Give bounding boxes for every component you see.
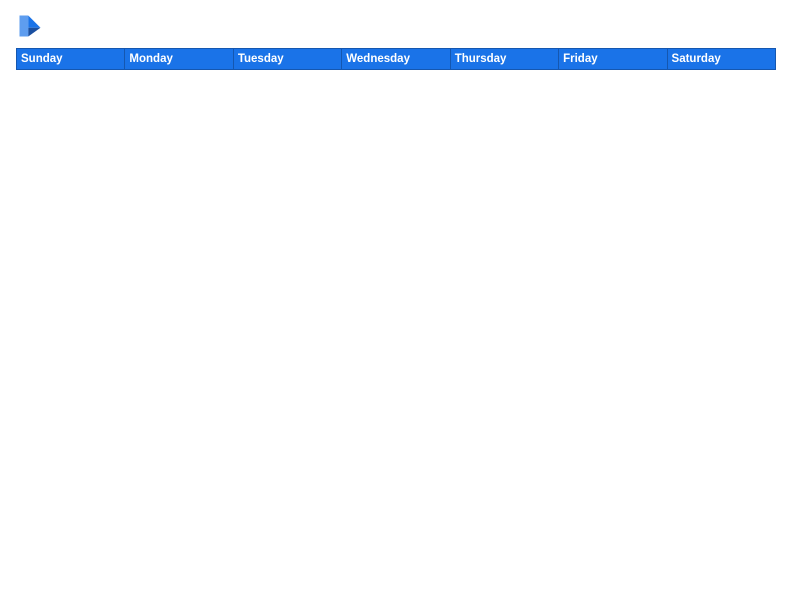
calendar-table: SundayMondayTuesdayWednesdayThursdayFrid… [16, 48, 776, 598]
calendar-header-monday: Monday [125, 49, 233, 70]
calendar-header-row: SundayMondayTuesdayWednesdayThursdayFrid… [17, 49, 776, 70]
calendar-header-tuesday: Tuesday [233, 49, 341, 70]
calendar-header-wednesday: Wednesday [342, 49, 450, 70]
header [16, 12, 776, 40]
calendar-header-friday: Friday [559, 49, 667, 70]
calendar-header-thursday: Thursday [450, 49, 558, 70]
calendar-header-sunday: Sunday [17, 49, 125, 70]
calendar-header-saturday: Saturday [667, 49, 775, 70]
logo [16, 12, 48, 40]
generalblue-logo-icon [16, 12, 44, 40]
page: SundayMondayTuesdayWednesdayThursdayFrid… [0, 0, 792, 612]
